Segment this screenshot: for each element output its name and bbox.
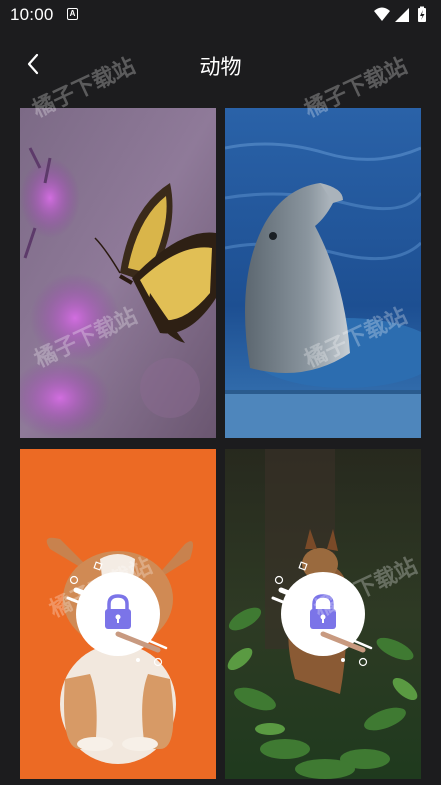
status-icons [373,6,433,24]
screen: 10:00 A 动物 橘子下载站 橘子下载站 橘子下载站 橘子下载站 橘子下载站… [0,0,441,785]
status-bar: 10:00 A [0,0,441,30]
signal-icon [395,8,409,22]
corgi-image [20,449,216,779]
squirrel-image [225,449,421,779]
wallpaper-tile-corgi[interactable] [20,449,216,779]
a-letter-icon: A [67,8,78,20]
butterfly-image [20,108,216,438]
wallpaper-tile-dolphin[interactable] [225,108,421,438]
battery-icon [418,6,426,22]
dolphin-image [225,108,421,438]
page-title: 动物 [199,55,242,79]
status-time: 10:00 [10,5,54,24]
wifi-icon [374,7,390,21]
wallpaper-tile-butterfly[interactable] [20,108,216,438]
wallpaper-tile-squirrel[interactable] [225,449,421,779]
app-bar: 动物 [0,38,441,90]
